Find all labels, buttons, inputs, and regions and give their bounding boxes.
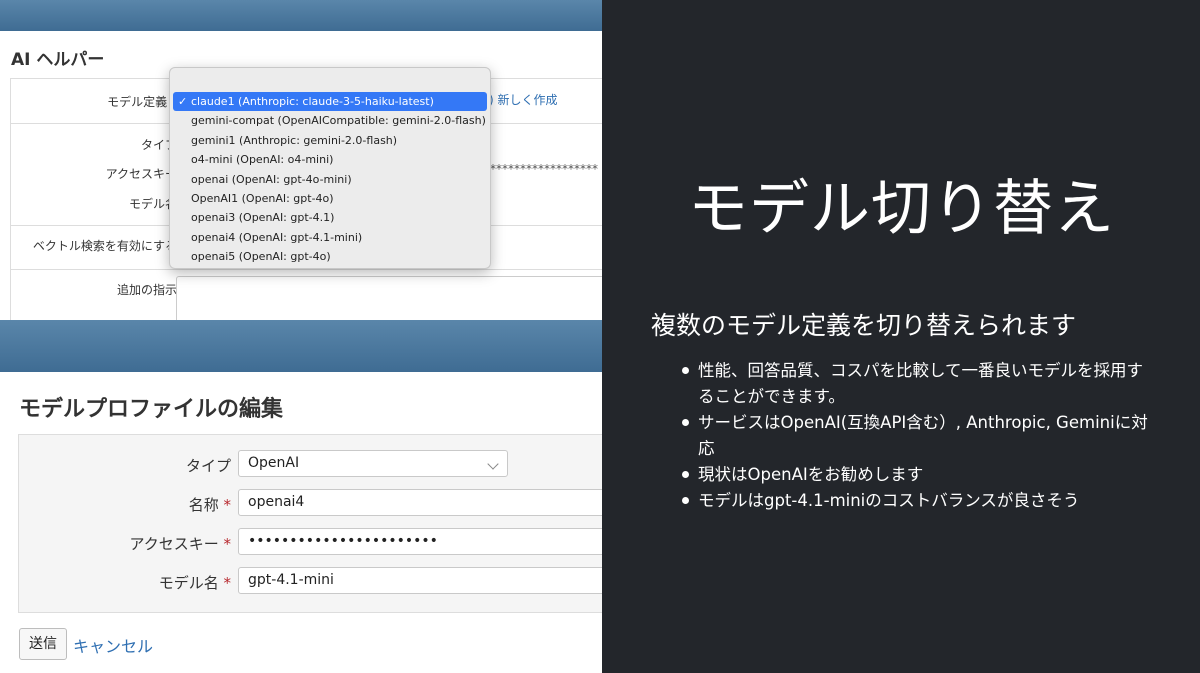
edit-page-title: モデルプロファイルの編集 [19,397,284,422]
dropdown-option[interactable]: gemini1 (Anthropic: gemini-2.0-flash) [173,131,487,150]
extra-instructions-label: 追加の指示 [116,283,177,297]
access-key-label: アクセスキー [105,167,177,181]
access-key-masked-value: ****************** [490,162,598,176]
extra-instructions-textarea[interactable] [176,276,602,320]
type-select[interactable]: OpenAI [238,450,508,477]
slide-bullet-list: 性能、回答品質、コスパを比較して一番良いモデルを採用することができます。 サービ… [682,358,1152,514]
divider [11,269,602,270]
page-title: AI ヘルパー [11,50,105,70]
dropdown-option[interactable]: openai3 (OpenAI: gpt-4.1) [173,208,487,227]
dropdown-option[interactable]: openai4 (OpenAI: gpt-4.1-mini) [173,228,487,247]
bullet-item: サービスはOpenAI(互換API含む）, Anthropic, Geminiに… [682,410,1152,462]
bullet-item: 性能、回答品質、コスパを比較して一番良いモデルを採用することができます。 [682,358,1152,410]
top-banner [0,0,602,31]
dropdown-option[interactable]: gemini-compat (OpenAICompatible: gemini-… [173,111,487,130]
create-new-link[interactable]: ) 新しく作成 [489,91,558,108]
model-name-label: モデル名 * [158,574,231,592]
dropdown-option[interactable]: openai5 (OpenAI: gpt-4o) [173,247,487,266]
model-name-input[interactable]: gpt-4.1-mini [238,567,602,594]
bullet-item: モデルはgpt-4.1-miniのコストバランスが良さそう [682,488,1152,514]
access-key-input[interactable]: ••••••••••••••••••••••• [238,528,602,555]
name-label: 名称 * [188,496,231,514]
name-row: 名称 * openai4 [19,489,602,517]
submit-button[interactable]: 送信 [19,628,67,660]
slide-title: モデル切り替え [688,174,1115,244]
dropdown-option[interactable]: OpenAI1 (OpenAI: gpt-4o) [173,189,487,208]
check-icon: ✓ [178,95,188,108]
bullet-item: 現状はOpenAIをお勧めします [682,462,1152,488]
model-profile-form: タイプ OpenAI 名称 * openai4 アクセスキー * •••••••… [18,434,602,613]
dropdown-option[interactable]: o4-mini (OpenAI: o4-mini) [173,150,487,169]
dropdown-option[interactable]: ✓ claude1 (Anthropic: claude-3-5-haiku-la… [173,92,487,112]
access-key-label: アクセスキー * [129,535,231,553]
name-input[interactable]: openai4 [238,489,602,516]
type-row: タイプ OpenAI [19,450,602,478]
model-definition-label: モデル定義 * [107,95,177,109]
ai-helper-screenshot: AI ヘルパー モデル定義 * タイプ アクセスキー モデル名 ベクトル検索を有… [0,0,602,320]
bottom-banner [0,320,602,372]
model-name-row: モデル名 * gpt-4.1-mini [19,567,602,595]
slide-subtitle: 複数のモデル定義を切り替えられます [651,311,1077,340]
model-definition-dropdown[interactable]: ✓ claude1 (Anthropic: claude-3-5-haiku-la… [169,67,491,269]
model-profile-edit-screenshot: モデルプロファイルの編集 タイプ OpenAI 名称 * openai4 アクセ… [0,320,602,673]
chevron-down-icon [487,458,499,470]
cancel-link[interactable]: キャンセル [73,633,153,657]
type-label: タイプ [185,457,231,475]
dropdown-option[interactable]: openai (OpenAI: gpt-4o-mini) [173,170,487,189]
vector-search-label: ベクトル検索を有効にする [32,239,177,253]
access-key-row: アクセスキー * ••••••••••••••••••••••• [19,528,602,556]
